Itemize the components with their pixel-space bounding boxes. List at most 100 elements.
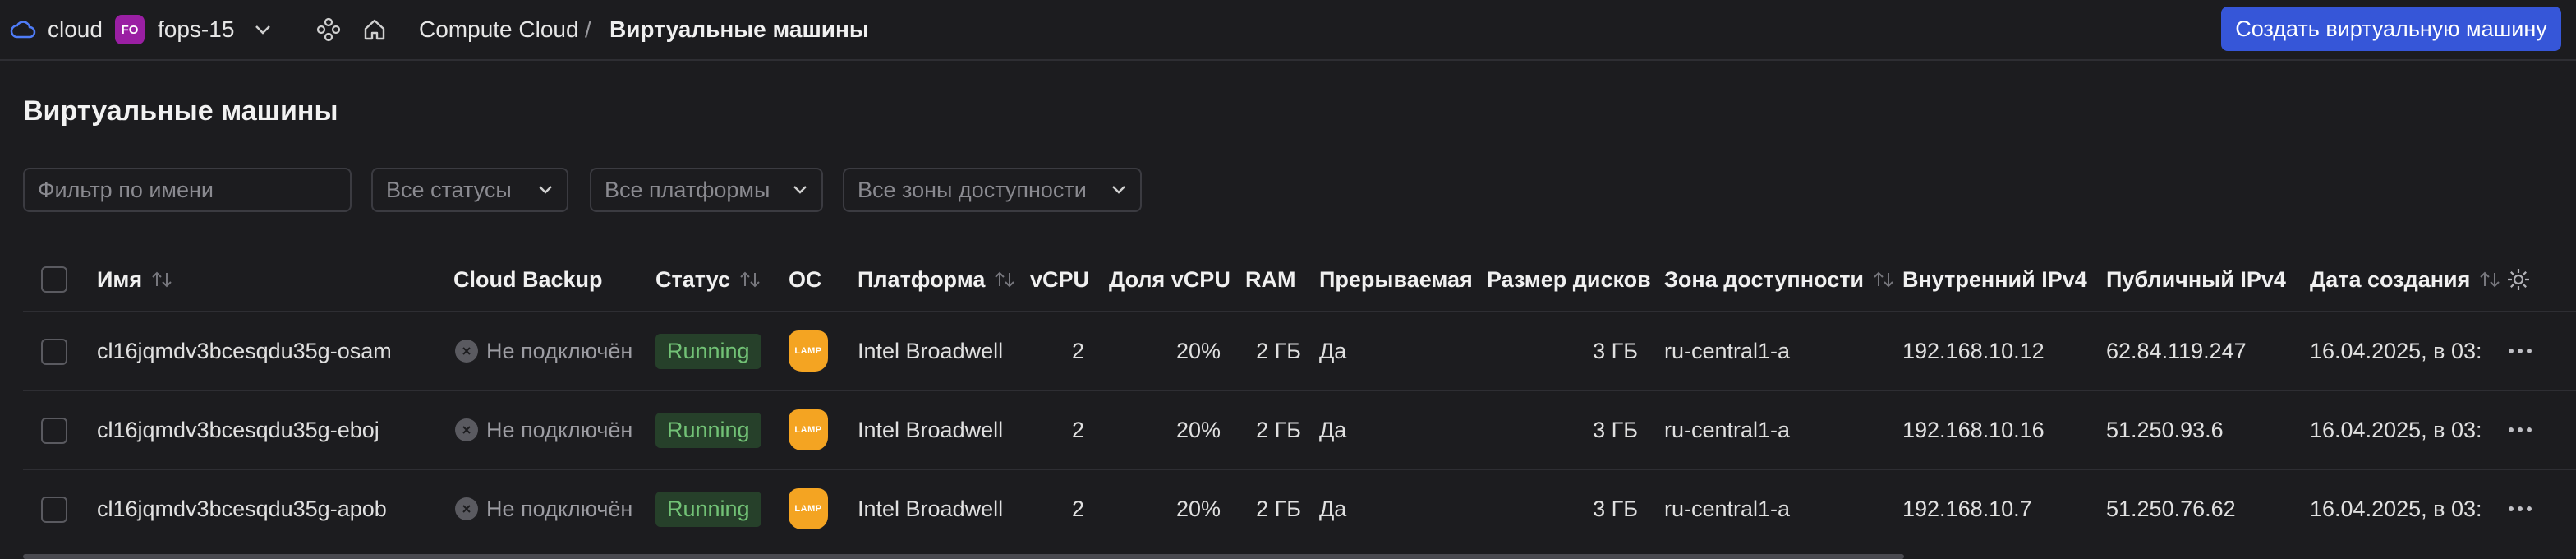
close-icon [455, 340, 478, 363]
name-filter-input[interactable]: Фильтр по имени [23, 168, 352, 212]
name-filter-placeholder: Фильтр по имени [38, 177, 214, 202]
created-cell: 16.04.2025, в 03:1 [2310, 417, 2482, 442]
page-title: Виртуальные машины [23, 95, 338, 127]
vcpu-share-cell: 20% [1175, 496, 1221, 521]
vcpu-share-cell: 20% [1175, 338, 1221, 363]
column-header-created-label: Дата создания [2310, 266, 2471, 292]
chevron-down-icon[interactable] [248, 0, 278, 59]
platform-cell: Intel Broadwell [858, 496, 1004, 521]
preemptible-cell: Да [1319, 338, 1347, 363]
row-checkbox[interactable] [41, 418, 67, 444]
disk-size-cell: 3 ГБ [1593, 417, 1638, 442]
backup-cell: Не подключён [455, 391, 632, 469]
row-checkbox[interactable] [41, 497, 67, 523]
internal-ip-cell: 192.168.10.12 [1902, 338, 2045, 363]
backup-status: Не подключён [486, 496, 633, 521]
table-row[interactable]: cl16jqmdv3bcesqdu35g-eboj Не подключён R… [0, 391, 2576, 470]
status-badge: Running [656, 491, 761, 527]
backup-cell: Не подключён [455, 312, 632, 390]
status-badge: Running [656, 412, 761, 448]
create-vm-button[interactable]: Создать виртуальную машину [2221, 7, 2561, 51]
vcpu-share-cell: 20% [1175, 417, 1221, 442]
cloud-label[interactable]: cloud [48, 0, 103, 59]
breadcrumb-current: Виртуальные машины [610, 16, 869, 42]
column-header-vcpu: vCPU [1030, 266, 1090, 292]
column-header-zone[interactable]: Зона доступности [1664, 263, 1895, 296]
vm-name[interactable]: cl16jqmdv3bcesqdu35g-eboj [97, 391, 380, 469]
disk-size-cell: 3 ГБ [1593, 496, 1638, 521]
column-header-public-ip: Публичный IPv4 [2106, 266, 2286, 292]
status-filter-select[interactable]: Все статусы [371, 168, 568, 212]
column-header-zone-label: Зона доступности [1664, 266, 1865, 292]
more-actions-icon[interactable] [2504, 470, 2537, 547]
table-row[interactable]: cl16jqmdv3bcesqdu35g-apob Не подключён R… [0, 470, 2576, 549]
lamp-os-icon: LAMP [789, 330, 828, 372]
vcpu-cell: 2 [1071, 417, 1084, 442]
backup-status: Не подключён [486, 338, 633, 363]
gear-icon[interactable] [2505, 263, 2532, 296]
chevron-down-icon [1112, 186, 1125, 194]
more-actions-icon[interactable] [2504, 312, 2537, 390]
chevron-down-icon [794, 186, 807, 194]
column-header-platform[interactable]: Платформа [858, 263, 1016, 296]
zone-filter-value: Все зоны доступности [858, 177, 1087, 202]
column-header-os: ОС [789, 266, 822, 292]
horizontal-scrollbar[interactable] [23, 554, 1904, 559]
created-cell: 16.04.2025, в 03:1 [2310, 496, 2482, 521]
column-header-status-label: Статус [656, 266, 730, 292]
close-icon [455, 497, 478, 520]
sort-icon[interactable] [993, 270, 1016, 289]
platform-filter-value: Все платформы [605, 177, 770, 202]
disk-size-cell: 3 ГБ [1593, 338, 1638, 363]
breadcrumb-service[interactable]: Compute Cloud [419, 0, 579, 59]
chevron-down-icon [539, 186, 552, 194]
os-cell: LAMP [789, 470, 828, 547]
vcpu-cell: 2 [1071, 338, 1084, 363]
column-header-preemptible: Прерываемая [1319, 266, 1473, 292]
backup-status: Не подключён [486, 417, 633, 442]
lamp-os-icon: LAMP [789, 488, 828, 529]
ram-cell: 2 ГБ [1256, 496, 1301, 521]
cloud-icon[interactable] [8, 0, 38, 59]
table-row[interactable]: cl16jqmdv3bcesqdu35g-osam Не подключён R… [0, 312, 2576, 391]
zone-filter-select[interactable]: Все зоны доступности [843, 168, 1142, 212]
os-cell: LAMP [789, 391, 828, 469]
status-cell: Running [656, 470, 761, 547]
column-header-backup: Cloud Backup [453, 266, 603, 292]
column-header-vcpu-share: Доля vCPU [1109, 266, 1230, 292]
sort-icon[interactable] [1872, 270, 1895, 289]
zone-cell: ru-central1-a [1664, 496, 1791, 521]
column-header-created[interactable]: Дата создания [2310, 263, 2501, 296]
close-icon [455, 418, 478, 441]
platform-filter-select[interactable]: Все платформы [590, 168, 823, 212]
column-header-internal-ip: Внутренний IPv4 [1902, 266, 2087, 292]
top-bar: cloud FO fops-15 Compute Cloud / Виртуал… [0, 0, 2576, 61]
column-header-ram: RAM [1245, 266, 1296, 292]
vm-name[interactable]: cl16jqmdv3bcesqdu35g-apob [97, 470, 387, 547]
zone-cell: ru-central1-a [1664, 338, 1791, 363]
public-ip-cell: 51.250.76.62 [2106, 496, 2236, 521]
column-header-name[interactable]: Имя [97, 263, 173, 296]
status-cell: Running [656, 391, 761, 469]
column-header-disk-size: Размер дисков [1487, 266, 1651, 292]
ram-cell: 2 ГБ [1256, 338, 1301, 363]
sort-icon[interactable] [738, 270, 761, 289]
public-ip-cell: 51.250.93.6 [2106, 417, 2224, 442]
row-checkbox[interactable] [41, 339, 67, 365]
home-icon[interactable] [358, 0, 391, 59]
breadcrumb-separator: / [585, 16, 591, 42]
internal-ip-cell: 192.168.10.16 [1902, 417, 2045, 442]
services-icon[interactable] [312, 0, 345, 59]
select-all-checkbox[interactable] [41, 266, 67, 293]
more-actions-icon[interactable] [2504, 391, 2537, 469]
column-header-status[interactable]: Статус [656, 263, 761, 296]
sort-icon[interactable] [150, 270, 173, 289]
preemptible-cell: Да [1319, 417, 1347, 442]
status-filter-value: Все статусы [386, 177, 512, 202]
folder-name[interactable]: fops-15 [158, 0, 234, 59]
sort-icon[interactable] [2478, 270, 2501, 289]
platform-cell: Intel Broadwell [858, 338, 1004, 363]
vm-name[interactable]: cl16jqmdv3bcesqdu35g-osam [97, 312, 392, 390]
folder-avatar[interactable]: FO [115, 15, 145, 44]
column-header-platform-label: Платформа [858, 266, 986, 292]
